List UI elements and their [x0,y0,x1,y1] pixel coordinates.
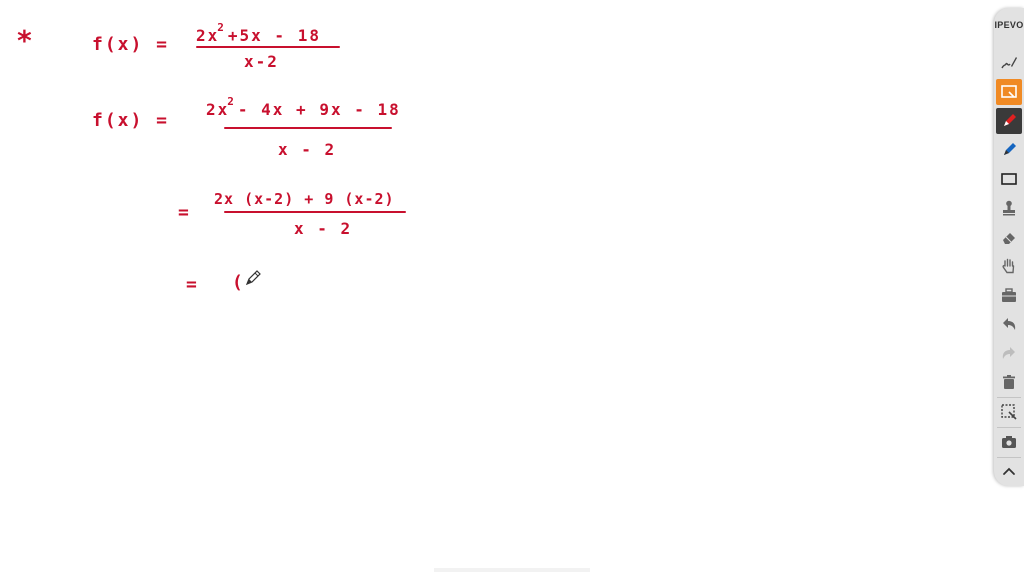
toolbar-separator [997,457,1021,458]
line4-equals: = [186,274,199,295]
line1-fraction-bar [196,46,340,48]
line1-denominator: x-2 [244,52,279,71]
undo-tool-button[interactable] [996,311,1022,337]
signature-tool-button[interactable] [996,50,1022,76]
red-pen-tool-button[interactable] [996,108,1022,134]
blue-pen-icon [1004,143,1016,155]
camera-icon [1002,436,1016,448]
screen-capture-icon [1001,85,1017,98]
undo-icon [1003,318,1016,330]
hand-icon [1002,258,1015,274]
blue-pen-tool-button[interactable] [996,137,1022,163]
line2-exponent: 2 [227,95,236,108]
line1-num-rest: +5x - 18 [227,26,321,45]
red-pen-icon [1004,114,1016,126]
redo-icon [1002,347,1015,359]
snapshot-tool-button[interactable] [996,399,1022,425]
line1-numerator: 2x2 +5x - 18 [196,21,321,45]
line1-lhs: f(x) = [92,34,170,55]
line3-numerator: 2x (x-2) + 9 (x-2) [214,190,395,208]
line4-partial: ( [232,272,245,293]
line2-denominator: x - 2 [278,140,337,159]
redo-tool-button[interactable] [996,340,1022,366]
annotation-toolbar: IPEVO [994,8,1024,486]
line2-lhs: f(x) = [92,110,170,131]
pen-cursor-icon [245,270,261,286]
line2-num-term: 2x [206,100,230,119]
line2-fraction-bar [224,127,392,129]
trash-icon [1003,375,1015,389]
signature-icon [1001,57,1017,69]
collapse-tool-button[interactable] [996,459,1022,485]
rectangle-tool-button[interactable] [996,166,1022,192]
trash-tool-button[interactable] [996,369,1022,395]
snapshot-icon [1001,404,1017,420]
toolbar-separator [997,427,1021,428]
bottom-handle [434,568,590,572]
rectangle-icon [1001,173,1017,185]
line1-exponent: 2 [217,21,226,34]
eraser-tool-button[interactable] [996,224,1022,250]
eraser-icon [1003,233,1015,244]
chevron-up-icon [1003,467,1015,475]
stamp-icon [1003,200,1015,216]
bullet-mark: * [16,24,35,57]
camera-tool-button[interactable] [996,429,1022,455]
toolbox-tool-button[interactable] [996,282,1022,308]
line3-equals: = [178,202,191,223]
toolbar-separator [997,397,1021,398]
line2-num-rest: - 4x + 9x - 18 [237,100,401,119]
line1-num-term: 2x [196,26,220,45]
line3-denominator: x - 2 [294,219,353,238]
line2-numerator: 2x2- 4x + 9x - 18 [206,95,401,119]
line3-fraction-bar [224,211,406,213]
whiteboard-canvas[interactable]: * f(x) = 2x2 +5x - 18 x-2 f(x) = 2x2- 4x … [0,0,1024,572]
brand-logo: IPEVO [994,20,1024,30]
screen-capture-tool-button[interactable] [996,79,1022,105]
hand-tool-button[interactable] [996,253,1022,279]
stamp-tool-button[interactable] [996,195,1022,221]
toolbox-icon [1002,288,1016,302]
